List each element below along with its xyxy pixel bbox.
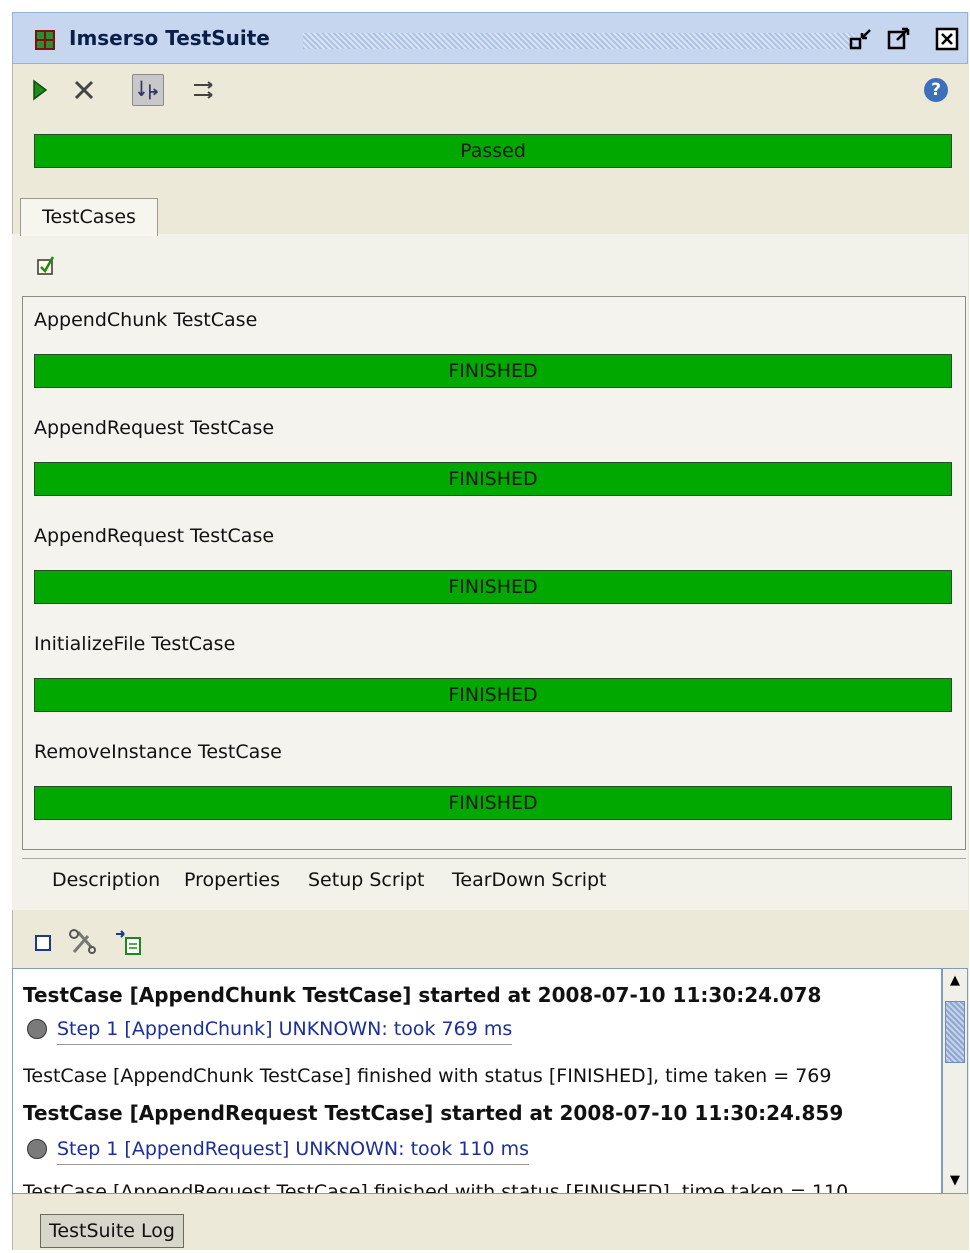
detach-icon[interactable] xyxy=(849,27,873,51)
log-toolbar xyxy=(12,912,968,970)
tab-testcases[interactable]: TestCases xyxy=(20,198,158,236)
subtab-bar: Description Properties Setup Script Tear… xyxy=(22,858,966,907)
help-icon[interactable]: ? xyxy=(924,78,948,102)
tab-setup-script[interactable]: Setup Script xyxy=(308,869,424,891)
scroll-thumb[interactable] xyxy=(945,1001,965,1063)
testcase-name[interactable]: AppendRequest TestCase xyxy=(34,525,274,547)
title-grip xyxy=(303,33,855,49)
status-dot-icon xyxy=(27,1018,47,1039)
toolbar: ? xyxy=(12,64,968,116)
step-link[interactable]: Step 1 [AppendRequest] UNKNOWN: took 110… xyxy=(57,1137,530,1165)
testcase-progress-bar: FINISHED xyxy=(34,786,952,820)
log-area[interactable]: TestCase [AppendChunk TestCase] started … xyxy=(12,968,942,1194)
tab-testsuite-log[interactable]: TestSuite Log xyxy=(40,1214,184,1248)
status-dot-icon xyxy=(27,1138,47,1159)
tab-description[interactable]: Description xyxy=(52,869,160,891)
check-clipboard-icon[interactable] xyxy=(36,254,56,276)
tab-properties[interactable]: Properties xyxy=(184,869,280,891)
tab-teardown-script[interactable]: TearDown Script xyxy=(452,869,607,891)
log-scrollbar[interactable]: ▲ ▼ xyxy=(942,968,968,1194)
scroll-up-icon[interactable]: ▲ xyxy=(945,971,965,991)
testcase-progress-bar: FINISHED xyxy=(34,462,952,496)
maximize-icon[interactable] xyxy=(887,27,911,51)
tab-strip: TestCases xyxy=(20,198,968,236)
log-header: TestCase [AppendChunk TestCase] started … xyxy=(23,983,822,1007)
suite-progress-bar: Passed xyxy=(34,134,952,168)
export-log-icon[interactable] xyxy=(114,928,144,956)
grid-icon xyxy=(35,30,55,50)
testcase-progress-bar: FINISHED xyxy=(34,570,952,604)
step-link[interactable]: Step 1 [AppendChunk] UNKNOWN: took 769 m… xyxy=(57,1017,513,1045)
testcase-name[interactable]: AppendRequest TestCase xyxy=(34,417,274,439)
testcase-name[interactable]: AppendChunk TestCase xyxy=(34,309,257,331)
testcase-progress-bar: FINISHED xyxy=(34,678,952,712)
sequential-icon[interactable] xyxy=(132,74,164,106)
testcase-progress-bar: FINISHED xyxy=(34,354,952,388)
log-header: TestCase [AppendRequest TestCase] starte… xyxy=(23,1101,844,1125)
window-title: Imserso TestSuite xyxy=(69,26,270,50)
testcase-name[interactable]: RemoveInstance TestCase xyxy=(34,741,282,763)
clear-log-icon[interactable] xyxy=(34,934,52,952)
testcase-name[interactable]: InitializeFile TestCase xyxy=(34,633,235,655)
run-icon[interactable] xyxy=(24,74,56,106)
cancel-icon[interactable] xyxy=(68,74,100,106)
log-line: TestCase [AppendChunk TestCase] finished… xyxy=(23,1065,832,1087)
close-icon[interactable] xyxy=(935,27,959,51)
options-icon[interactable] xyxy=(68,928,98,956)
log-step[interactable]: Step 1 [AppendChunk] UNKNOWN: took 769 m… xyxy=(27,1017,513,1045)
parallel-icon[interactable] xyxy=(188,74,220,106)
title-bar[interactable]: Imserso TestSuite xyxy=(12,12,968,64)
scroll-down-icon[interactable]: ▼ xyxy=(945,1171,965,1191)
log-line: TestCase [AppendRequest TestCase] finish… xyxy=(23,1181,849,1194)
log-step[interactable]: Step 1 [AppendRequest] UNKNOWN: took 110… xyxy=(27,1137,530,1165)
